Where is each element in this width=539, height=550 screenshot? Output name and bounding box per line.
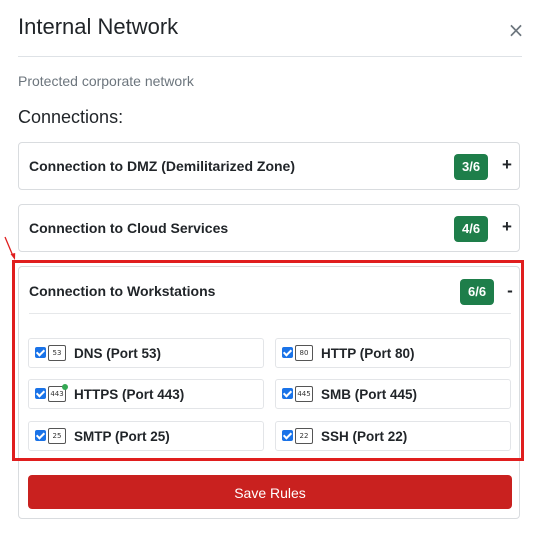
rule-label: SMB (Port 445) [321,387,418,402]
port-icon: 25 [48,428,66,444]
rules-count-badge: 3/6 [454,154,489,180]
rule-http[interactable]: 80 HTTP (Port 80) [275,338,511,368]
secure-port-icon: 443 [48,384,68,402]
annotation-arrow-icon [4,236,16,260]
connection-name: Connection to DMZ (Demilitarized Zone) [29,158,295,174]
connection-cloud-services[interactable]: Connection to Cloud Services 4/6 + [18,204,520,252]
network-description: Protected corporate network [18,73,194,89]
connections-heading: Connections: [18,107,124,127]
port-icon: 80 [295,345,313,361]
rule-label: HTTP (Port 80) [321,346,415,361]
rule-label: SMTP (Port 25) [74,429,170,444]
connection-dmz[interactable]: Connection to DMZ (Demilitarized Zone) 3… [18,142,520,190]
modal-dialog: Internal Network × Protected corporate n… [0,0,539,550]
rule-checkbox[interactable] [282,347,293,358]
rule-checkbox[interactable] [35,347,46,358]
rule-label: HTTPS (Port 443) [74,387,185,402]
close-icon[interactable]: × [506,20,526,40]
port-icon: 22 [295,428,313,444]
modal-title: Internal Network [18,14,179,39]
rules-count-badge: 4/6 [454,216,489,242]
port-icon: 445 [295,386,313,402]
rule-label: SSH (Port 22) [321,429,408,444]
collapse-toggle[interactable]: - [503,281,517,301]
save-rules-button[interactable]: Save Rules [28,475,512,509]
section-divider [29,313,511,314]
rule-dns[interactable]: 53 DNS (Port 53) [28,338,264,368]
rule-checkbox[interactable] [282,430,293,441]
connection-name[interactable]: Connection to Workstations [29,283,215,299]
rule-checkbox[interactable] [35,430,46,441]
rules-count-badge: 6/6 [460,279,495,305]
rule-smb[interactable]: 445 SMB (Port 445) [275,379,511,409]
rule-label: DNS (Port 53) [74,346,162,361]
rule-checkbox[interactable] [282,388,293,399]
header-divider [18,56,522,57]
rule-ssh[interactable]: 22 SSH (Port 22) [275,421,511,451]
expand-toggle[interactable]: + [500,155,514,175]
rule-checkbox[interactable] [35,388,46,399]
rule-smtp[interactable]: 25 SMTP (Port 25) [28,421,264,451]
connection-name: Connection to Cloud Services [29,220,229,236]
expand-toggle[interactable]: + [500,217,514,237]
port-icon: 53 [48,345,66,361]
rule-https[interactable]: 443 HTTPS (Port 443) [28,379,264,409]
